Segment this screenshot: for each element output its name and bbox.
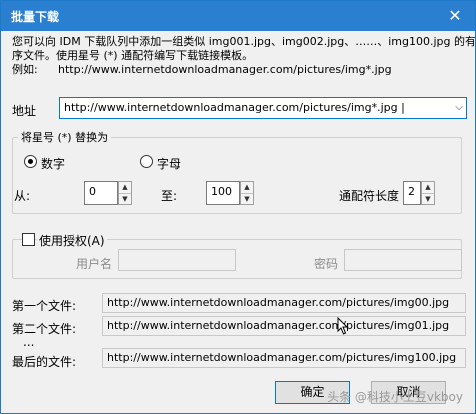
text-caret: |	[397, 101, 405, 114]
batch-download-dialog: 批量下载 ✕ 您可以向 IDM 下载队列中添加一组类似 img001.jpg、i…	[0, 0, 476, 414]
spin-down-icon[interactable]: ▼	[422, 193, 434, 204]
description-line-1: 您可以向 IDM 下载队列中添加一组类似 img001.jpg、img002.j…	[12, 35, 476, 48]
title-bar[interactable]: 批量下载 ✕	[1, 1, 475, 31]
spin-up-icon[interactable]: ▲	[119, 182, 131, 193]
last-file-value: http://www.internetdownloadmanager.com/p…	[102, 348, 466, 368]
use-auth-label[interactable]: 使用授权(A)	[37, 232, 107, 249]
close-icon[interactable]: ✕	[435, 1, 475, 31]
address-value: http://www.internetdownloadmanager.com/p…	[64, 101, 398, 114]
password-label: 密码	[314, 257, 339, 271]
last-file-label: 最后的文件:	[12, 355, 77, 369]
username-input[interactable]	[118, 249, 236, 271]
use-auth-checkbox[interactable]	[22, 233, 35, 246]
spin-up-icon[interactable]: ▲	[422, 182, 434, 193]
from-label: 从:	[14, 189, 31, 203]
password-input[interactable]	[344, 249, 462, 271]
radio-number[interactable]	[24, 155, 37, 168]
wildcard-length-label: 通配符长度	[339, 189, 400, 203]
radio-letter-label[interactable]: 字母	[157, 155, 181, 172]
watermark: 头条 @科技小土豆vkboy	[327, 390, 463, 404]
spin-up-icon[interactable]: ▲	[241, 182, 253, 193]
second-file-label: 第二个文件:	[12, 322, 77, 336]
username-label: 用户名	[76, 257, 113, 271]
window-title: 批量下载	[11, 10, 60, 24]
spin-down-icon[interactable]: ▼	[119, 193, 131, 204]
wildcard-length-spinner[interactable]: ▲ ▼	[421, 181, 435, 205]
files-ellipsis: ...	[23, 335, 35, 349]
spin-down-icon[interactable]: ▼	[241, 193, 253, 204]
radio-number-label[interactable]: 数字	[41, 155, 65, 172]
from-spinner[interactable]: ▲ ▼	[118, 181, 132, 205]
address-label: 地址	[12, 104, 37, 118]
first-file-value: http://www.internetdownloadmanager.com/p…	[102, 293, 466, 313]
mouse-cursor-icon	[337, 317, 349, 335]
first-file-label: 第一个文件:	[12, 299, 77, 313]
description-line-2: 序文件。使用星号 (*) 通配符编写下载链接模板。	[12, 49, 254, 62]
to-spinner[interactable]: ▲ ▼	[240, 181, 254, 205]
chevron-down-icon[interactable]: ⌵	[455, 98, 463, 118]
address-combobox[interactable]: http://www.internetdownloadmanager.com/p…	[59, 97, 467, 119]
replace-group-title: 将星号 (*) 替换为	[18, 129, 112, 145]
example-url: http://www.internetdownloadmanager.com/p…	[58, 63, 392, 76]
second-file-value: http://www.internetdownloadmanager.com/p…	[102, 316, 466, 336]
to-label: 至:	[161, 189, 178, 203]
radio-letter[interactable]	[140, 155, 153, 168]
wildcard-length-input[interactable]: 2	[403, 181, 421, 205]
to-input[interactable]: 100	[206, 181, 240, 205]
from-input[interactable]: 0	[84, 181, 118, 205]
example-label: 例如:	[12, 63, 38, 76]
